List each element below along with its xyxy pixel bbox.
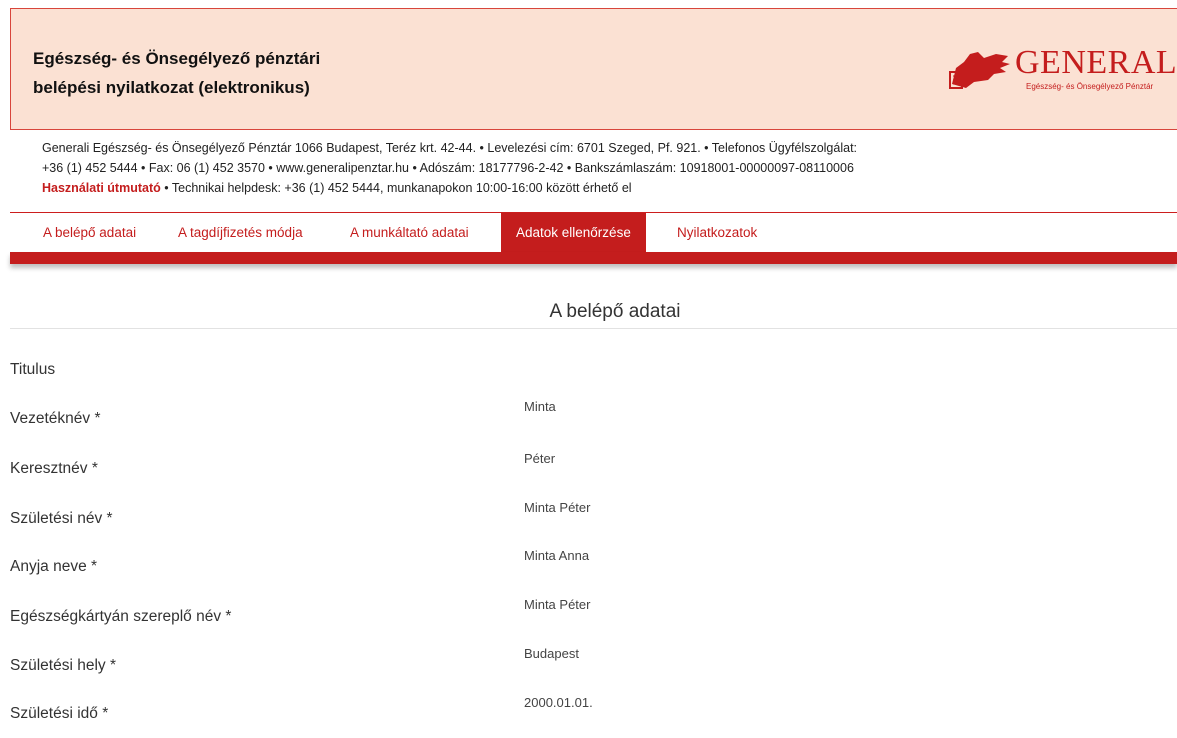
field-label-szuletesi-hely: Születési hely * [10,657,116,674]
field-label-egeszsegkartya-nev: Egészségkártyán szereplő név * [10,608,232,625]
field-value-egeszsegkartya-nev: Minta Péter [524,597,591,612]
nav-underline-bar [10,252,1177,264]
logo-subtext: Egészség- és Önsegélyező Pénztár [1026,82,1154,91]
field-value-szuletesi-hely: Budapest [524,646,579,661]
page-title-line1: Egészség- és Önsegélyező pénztári [33,49,321,68]
field-label-szuletesi-nev: Születési név * [10,510,113,527]
lion-icon [949,52,1010,89]
contact-line-1: Generali Egészség- és Önsegélyező Pénztá… [42,141,858,155]
field-label-titulus: Titulus [10,361,56,378]
field-label-szuletesi-ido: Születési idő * [10,705,109,722]
tab-belepo-adatai[interactable]: A belépő adatai [28,213,151,253]
step-tabs: A belépő adatai A tagdíjfizetés módja A … [10,212,1177,253]
field-value-anyja-neve: Minta Anna [524,548,590,563]
tab-tagdijfizetes-modja[interactable]: A tagdíjfizetés módja [163,213,318,253]
field-value-keresztnev: Péter [524,451,556,466]
field-value-szuletesi-nev: Minta Péter [524,500,591,515]
logo-wordmark: GENERALI [1015,44,1177,81]
tab-nyilatkozatok[interactable]: Nyilatkozatok [662,213,772,253]
field-label-keresztnev: Keresztnév * [10,460,98,477]
contact-line-2: +36 (1) 452 5444 • Fax: 06 (1) 452 3570 … [42,161,854,175]
tab-munkaltato-adatai[interactable]: A munkáltató adatai [335,213,484,253]
field-value-szuletesi-ido: 2000.01.01. [524,695,593,710]
user-guide-link[interactable]: Használati útmutató [42,181,161,195]
section-title: A belépő adatai [549,301,681,322]
field-value-vezeteknev: Minta [524,399,556,414]
contact-info: Generali Egészség- és Önsegélyező Pénztá… [42,138,857,198]
field-label-vezeteknev: Vezetéknév * [10,410,101,427]
page-title-line2: belépési nyilatkozat (elektronikus) [33,78,310,97]
section-divider [10,328,1177,329]
page-title: Egészség- és Önsegélyező pénztári belépé… [33,44,320,102]
helpdesk-text: • Technikai helpdesk: +36 (1) 452 5444, … [160,181,632,195]
field-label-anyja-neve: Anyja neve * [10,558,98,575]
helpdesk-line: Használati útmutató • Technikai helpdesk… [42,178,857,198]
tab-adatok-ellenorzese[interactable]: Adatok ellenőrzése [501,213,646,253]
